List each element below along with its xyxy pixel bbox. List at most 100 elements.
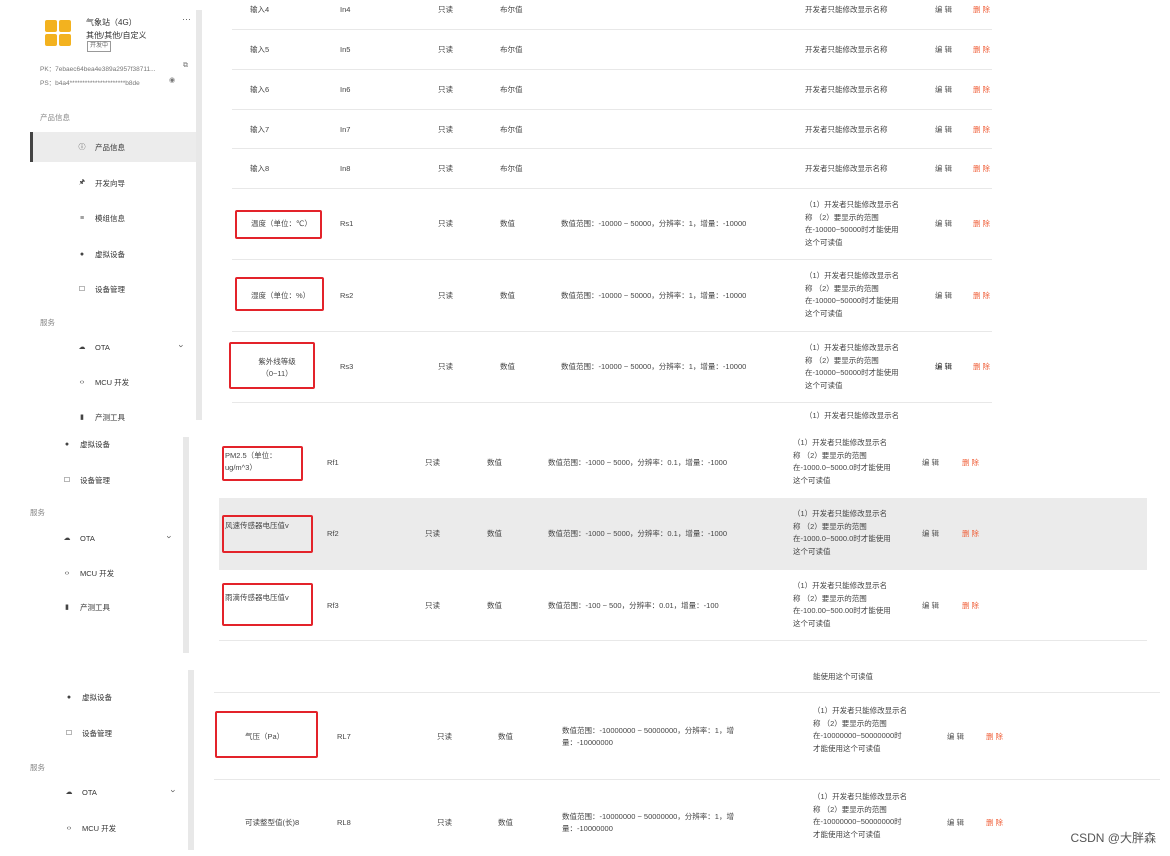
sidebar-scrollbar[interactable] [196,10,202,420]
edit-button[interactable]: 编辑 [935,218,954,229]
sidebar-item-label: OTA [82,787,97,797]
cell-type: 数值 [498,732,513,741]
product-category: 其他/其他/自定义 [86,31,147,40]
sidebar-item-label: 虚拟设备 [95,249,125,259]
sidebar-item-label: 产测工具 [95,412,125,422]
cell-desc: （1）开发者只能修改显示名称 （2）要显示的范围在-10000000~50000… [813,792,908,839]
device-manage-icon: ☐ [65,730,73,737]
sidebar-item-ota[interactable]: ☁ OTA [75,332,110,362]
delete-button[interactable]: 删除 [962,600,981,611]
sidebar-scrollbar[interactable] [188,670,194,850]
edit-button[interactable]: 编辑 [947,817,966,828]
cell-range: 数值范围：-10000 ~ 50000，分辨率：1，增量：-10000 [561,291,747,300]
delete-button[interactable]: 删除 [973,124,992,135]
delete-button[interactable]: 删除 [986,817,1005,828]
cell-type: 数值 [500,362,515,371]
edit-button[interactable]: 编辑 [935,4,954,15]
sidebar-item-label: 产品信息 [95,142,125,152]
cell-desc: （1）开发者只能修改显示名称 （2）要显示的范围在-1000.0~5000.0时… [793,509,891,556]
cell-desc: 开发者只能修改显示名称 [805,164,888,173]
delete-button[interactable]: 删除 [973,290,992,301]
cell-desc: （1）开发者只能修改显示名称 （2）要显示的范围在-10000~50000时才能… [805,343,900,390]
edit-button[interactable]: 编辑 [935,290,954,301]
sidebar-item-label: 设备管理 [80,475,110,485]
cell-access: 只读 [438,45,453,54]
cell-desc: （1）开发者只能修改显示名称 （2）要显示的范围在-10000000~50000… [813,706,908,753]
delete-button[interactable]: 删除 [973,4,992,15]
sidebar-item-product-info[interactable]: ⓘ 产品信息 [30,132,196,162]
cell-name: 雨滴传感器电压值v [225,593,289,602]
cell-name: 输入5 [250,45,270,54]
sidebar-item-module-info[interactable]: ≡ 模组信息 [75,203,125,233]
delete-button[interactable]: 删除 [973,163,992,174]
copy-icon[interactable]: ⧉ [183,62,188,70]
chevron-down-icon[interactable]: › [177,345,187,348]
sidebar-item-virtual-device[interactable]: ● 虚拟设备 [62,682,112,712]
edit-button[interactable]: 编辑 [922,528,941,539]
cell-access: 只读 [437,818,452,827]
edit-button[interactable]: 编辑 [935,163,954,174]
sidebar-item-mcu[interactable]: ‹› MCU 开发 [62,813,117,843]
sidebar-item-mcu[interactable]: ‹› MCU 开发 [75,367,130,397]
sidebar-item-ota[interactable]: ☁ OTA [62,777,97,807]
sidebar-item-dev-guide[interactable]: 🖈 开发向导 [75,168,125,198]
cell-access: 只读 [438,164,453,173]
section-service: 服务 [30,763,45,772]
cell-name: 输入8 [250,164,270,173]
cell-desc: 开发者只能修改显示名称 [805,125,888,134]
delete-button[interactable]: 删除 [973,44,992,55]
sidebar-item-mcu[interactable]: ‹› MCU 开发 [60,558,115,588]
edit-button[interactable]: 编辑 [935,124,954,135]
delete-button[interactable]: 删除 [962,457,981,468]
cell-id: In6 [340,85,351,94]
sidebar-item-virtual-device[interactable]: ● 虚拟设备 [60,429,110,459]
chevron-down-icon[interactable]: › [165,536,175,539]
cloud-icon: ☁ [78,344,86,351]
virtual-device-icon: ● [79,250,85,258]
sidebar-item-ota[interactable]: ☁ OTA [60,523,95,553]
sidebar-item-test-tool[interactable]: ▮ 产测工具 [60,592,110,622]
cell-id: Rf1 [327,458,339,467]
edit-button[interactable]: 编辑 [922,457,941,468]
sidebar-item-test-tool[interactable]: ▮ 产测工具 [75,402,125,432]
cell-name: 紫外线等级（0~11） [258,357,296,378]
edit-button[interactable]: 编辑 [947,731,966,742]
sidebar-scrollbar[interactable] [183,437,189,653]
sidebar-item-label: 开发向导 [95,178,125,188]
tool-icon: ▮ [65,604,69,611]
sidebar-item-device-manage[interactable]: ☐ 设备管理 [62,718,112,748]
cell-type: 布尔值 [500,85,523,94]
cell-access: 只读 [438,85,453,94]
delete-button[interactable]: 删除 [986,731,1005,742]
status-badge: 开发中 [87,41,112,52]
product-secret: PS：b4a4**********************b8de [40,80,140,87]
cell-name: 湿度（单位：%） [251,291,311,300]
sidebar-item-virtual-device[interactable]: ● 虚拟设备 [75,239,125,269]
cell-id: In5 [340,45,351,54]
cell-access: 只读 [425,601,440,610]
delete-button[interactable]: 删除 [973,218,992,229]
sidebar-item-device-manage[interactable]: ☐ 设备管理 [60,465,110,495]
info-icon: ⓘ [78,144,86,151]
more-menu-button[interactable]: ··· [182,14,191,24]
sidebar-item-label: 设备管理 [82,728,112,738]
edit-button[interactable]: 编辑 [935,44,954,55]
sidebar-item-label: 虚拟设备 [80,439,110,449]
sidebar-item-device-manage[interactable]: ☐ 设备管理 [75,274,125,304]
sidebar-item-label: MCU 开发 [80,568,115,578]
cell-id: Rs1 [340,219,354,228]
edit-button[interactable]: 编辑 [922,600,941,611]
cell-desc: 开发者只能修改显示名称 [805,85,888,94]
delete-button[interactable]: 删除 [973,361,992,372]
cell-desc: （1）开发者只能修改显示名称 （2）要显示的范围在-1000.0~5000.0时… [793,438,891,485]
edit-button[interactable]: 编辑 [935,361,954,372]
cell-name: 温度（单位：℃） [251,219,312,228]
virtual-device-icon: ● [64,440,70,448]
delete-button[interactable]: 删除 [962,528,981,539]
eye-icon[interactable]: ◉ [169,76,175,84]
cell-type: 布尔值 [500,5,523,14]
edit-button[interactable]: 编辑 [935,84,954,95]
product-name: 气象站（4G） [86,18,137,27]
chevron-down-icon[interactable]: › [169,790,179,793]
delete-button[interactable]: 删除 [973,84,992,95]
